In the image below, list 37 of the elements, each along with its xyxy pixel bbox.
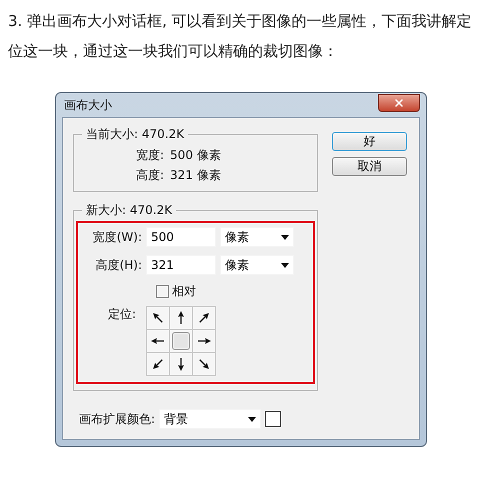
input-field[interactable]: 321 bbox=[146, 255, 216, 275]
checkbox[interactable] bbox=[156, 285, 169, 298]
color-dropdown[interactable]: 背景 bbox=[159, 409, 262, 429]
anchor-cell[interactable] bbox=[147, 330, 170, 352]
field-label: 定位: bbox=[108, 306, 136, 323]
caret-icon bbox=[281, 234, 289, 240]
field-value: 321 像素 bbox=[170, 167, 221, 184]
field-label: 宽度: bbox=[136, 147, 164, 164]
group-title: 当前大小: 470.2K bbox=[85, 126, 186, 143]
anchor-cell[interactable] bbox=[170, 330, 192, 352]
anchor-cell[interactable] bbox=[170, 353, 192, 375]
anchor-cell[interactable] bbox=[147, 307, 170, 329]
dialog-button[interactable]: 好 bbox=[332, 132, 407, 151]
close-icon bbox=[393, 97, 405, 109]
unit-dropdown[interactable]: 像素 bbox=[220, 227, 294, 247]
checkbox-label: 相对 bbox=[172, 283, 196, 300]
anchor-cell[interactable] bbox=[147, 353, 170, 375]
dialog-button[interactable]: 取消 bbox=[332, 157, 407, 176]
instruction-text: 3. 弹出画布大小对话框, 可以看到关于图像的一些属性，下面我讲解定位这一块，通过这一块我们可以精确的裁切图像： bbox=[7, 11, 473, 62]
anchor-cell[interactable] bbox=[193, 307, 216, 329]
group-title: 新大小: 470.2K bbox=[85, 202, 174, 219]
caret-icon bbox=[248, 416, 256, 422]
window-title: 画布大小 bbox=[63, 96, 112, 114]
anchor-cell[interactable] bbox=[193, 330, 216, 352]
field-label: 宽度(W): bbox=[92, 228, 142, 246]
unit-dropdown[interactable]: 像素 bbox=[220, 255, 294, 275]
field-value: 500 像素 bbox=[170, 147, 221, 164]
color-swatch[interactable] bbox=[265, 411, 282, 427]
caret-icon bbox=[281, 262, 289, 268]
anchor-cell[interactable] bbox=[193, 353, 216, 375]
anchor-square-icon bbox=[172, 332, 190, 350]
field-label: 高度: bbox=[136, 167, 164, 184]
close-button[interactable] bbox=[378, 94, 420, 112]
field-label: 画布扩展颜色: bbox=[79, 410, 156, 428]
input-field[interactable]: 500 bbox=[146, 227, 216, 247]
anchor-cell[interactable] bbox=[170, 307, 192, 329]
field-label: 高度(H): bbox=[94, 256, 142, 274]
